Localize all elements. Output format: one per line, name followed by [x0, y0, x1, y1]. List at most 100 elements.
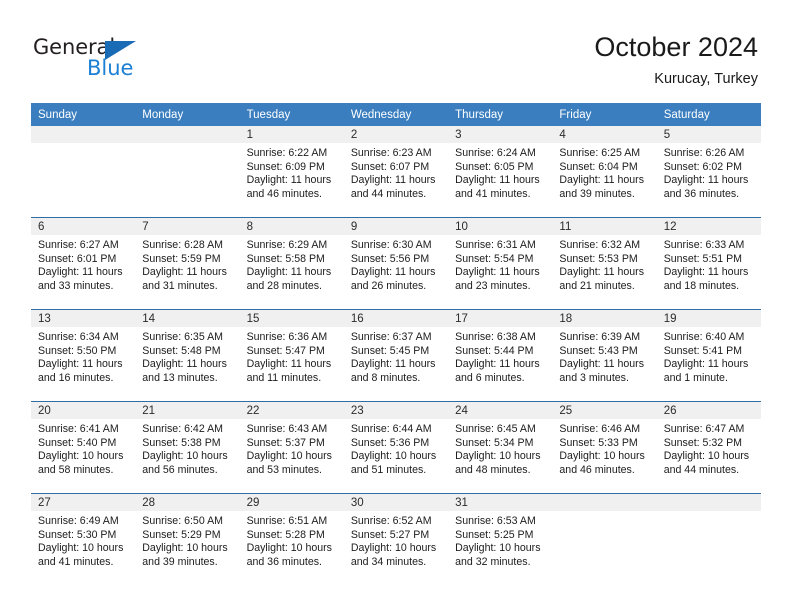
daylight-text-line1: Daylight: 10 hours	[246, 450, 332, 463]
calendar-day-cell[interactable]: 22 Sunrise: 6:43 AM Sunset: 5:37 PM Dayligh…	[239, 401, 344, 494]
day-cell-inner: 26 Sunrise: 6:47 AM Sunset: 5:32 PM Dayligh…	[656, 402, 761, 493]
day-cell-inner	[656, 494, 761, 585]
sunset-text: Sunset: 5:48 PM	[142, 344, 221, 357]
calendar-day-cell[interactable]: 21 Sunrise: 6:42 AM Sunset: 5:38 PM Dayligh…	[135, 401, 240, 494]
page-header: General Blue October 2024 Kurucay, Turke…	[0, 0, 792, 100]
daylight-text-line1: Daylight: 11 hours	[559, 266, 645, 279]
sunset-text: Sunset: 6:04 PM	[559, 160, 638, 173]
page-subtitle: Kurucay, Turkey	[654, 71, 758, 87]
calendar-day-cell[interactable]: 15 Sunrise: 6:36 AM Sunset: 5:47 PM Dayligh…	[239, 309, 344, 402]
calendar-day-cell[interactable]: 14 Sunrise: 6:35 AM Sunset: 5:48 PM Dayligh…	[135, 309, 240, 402]
day-cell-inner: 23 Sunrise: 6:44 AM Sunset: 5:36 PM Dayligh…	[343, 402, 449, 493]
day-number: 20	[31, 402, 136, 419]
day-cell-inner: 27 Sunrise: 6:49 AM Sunset: 5:30 PM Dayligh…	[31, 494, 136, 585]
calendar-day-cell[interactable]: 11 Sunrise: 6:32 AM Sunset: 5:53 PM Dayligh…	[552, 217, 657, 310]
day-number: 10	[448, 218, 553, 235]
daylight-text-line1: Daylight: 10 hours	[350, 542, 437, 555]
daylight-text-line1: Daylight: 10 hours	[455, 542, 541, 555]
daylight-text-line2: and 31 minutes.	[142, 280, 218, 293]
daylight-text-line2: and 41 minutes.	[455, 188, 531, 201]
daylight-text-line2: and 6 minutes.	[455, 372, 525, 385]
sunset-text: Sunset: 5:47 PM	[246, 344, 325, 357]
day-details: Sunrise: 6:39 AM Sunset: 5:43 PM Daylight:…	[552, 327, 656, 386]
day-number: 9	[343, 218, 449, 235]
calendar-day-cell[interactable]: 18 Sunrise: 6:39 AM Sunset: 5:43 PM Dayligh…	[552, 309, 657, 402]
calendar-day-cell[interactable]: 26 Sunrise: 6:47 AM Sunset: 5:32 PM Dayligh…	[656, 401, 761, 494]
brand-logo[interactable]: General Blue	[33, 36, 203, 84]
calendar-day-cell[interactable]: 24 Sunrise: 6:45 AM Sunset: 5:34 PM Dayligh…	[448, 401, 553, 494]
calendar-day-cell[interactable]: 5 Sunrise: 6:26 AM Sunset: 6:02 PM Daylight…	[656, 126, 761, 218]
calendar-day-cell[interactable]: 3 Sunrise: 6:24 AM Sunset: 6:05 PM Daylight…	[448, 126, 553, 218]
day-details: Sunrise: 6:45 AM Sunset: 5:34 PM Daylight:…	[448, 419, 552, 478]
daylight-text-line1: Daylight: 11 hours	[455, 174, 540, 187]
calendar-day-cell	[656, 493, 761, 585]
calendar-table: Sunday Monday Tuesday Wednesday Thursday…	[31, 103, 761, 585]
daylight-text-line1: Daylight: 11 hours	[663, 358, 749, 371]
day-cell-inner: 29 Sunrise: 6:51 AM Sunset: 5:28 PM Dayligh…	[239, 494, 344, 585]
sunrise-text: Sunrise: 6:35 AM	[142, 331, 223, 343]
daylight-text-line2: and 32 minutes.	[455, 556, 531, 569]
calendar-day-cell[interactable]: 12 Sunrise: 6:33 AM Sunset: 5:51 PM Dayligh…	[656, 217, 761, 310]
calendar-day-cell[interactable]: 13 Sunrise: 6:34 AM Sunset: 5:50 PM Dayligh…	[31, 309, 136, 402]
day-number: 5	[656, 126, 761, 143]
daylight-text-line1: Daylight: 11 hours	[246, 174, 332, 187]
day-number: 14	[135, 310, 240, 327]
calendar-week-row: 20 Sunrise: 6:41 AM Sunset: 5:40 PM Dayligh…	[31, 401, 761, 494]
page-title: October 2024	[594, 32, 758, 62]
day-cell-inner: 6 Sunrise: 6:27 AM Sunset: 6:01 PM Daylight…	[31, 218, 136, 309]
day-cell-inner: 31 Sunrise: 6:53 AM Sunset: 5:25 PM Dayligh…	[448, 494, 553, 585]
sunrise-text: Sunrise: 6:23 AM	[350, 147, 432, 159]
daylight-text-line1: Daylight: 10 hours	[455, 450, 541, 463]
calendar-day-cell[interactable]: 31 Sunrise: 6:53 AM Sunset: 5:25 PM Dayligh…	[448, 493, 553, 585]
calendar-body: 1 Sunrise: 6:22 AM Sunset: 6:09 PM Daylight…	[31, 126, 761, 585]
day-cell-inner	[552, 494, 657, 585]
daylight-text-line1: Daylight: 11 hours	[246, 266, 332, 279]
calendar-day-cell[interactable]: 23 Sunrise: 6:44 AM Sunset: 5:36 PM Dayligh…	[343, 401, 449, 494]
sunrise-text: Sunrise: 6:43 AM	[246, 423, 328, 435]
sunset-text: Sunset: 5:56 PM	[350, 252, 430, 265]
daylight-text-line2: and 53 minutes.	[246, 464, 322, 477]
calendar-day-cell[interactable]: 28 Sunrise: 6:50 AM Sunset: 5:29 PM Dayligh…	[135, 493, 240, 585]
calendar-day-cell[interactable]: 19 Sunrise: 6:40 AM Sunset: 5:41 PM Dayligh…	[656, 309, 761, 402]
calendar-day-cell[interactable]: 17 Sunrise: 6:38 AM Sunset: 5:44 PM Dayligh…	[448, 309, 553, 402]
daylight-text-line2: and 56 minutes.	[142, 464, 218, 477]
daylight-text-line1: Daylight: 11 hours	[142, 358, 227, 371]
sunset-text: Sunset: 6:07 PM	[350, 160, 430, 173]
calendar-day-cell[interactable]: 6 Sunrise: 6:27 AM Sunset: 6:01 PM Daylight…	[31, 217, 136, 310]
calendar-day-cell[interactable]: 4 Sunrise: 6:25 AM Sunset: 6:04 PM Daylight…	[552, 126, 657, 218]
calendar-day-cell[interactable]: 27 Sunrise: 6:49 AM Sunset: 5:30 PM Dayligh…	[31, 493, 136, 585]
calendar-day-cell[interactable]: 7 Sunrise: 6:28 AM Sunset: 5:59 PM Daylight…	[135, 217, 240, 310]
day-cell-inner: 19 Sunrise: 6:40 AM Sunset: 5:41 PM Dayligh…	[656, 310, 761, 401]
sunset-text: Sunset: 5:34 PM	[455, 436, 534, 449]
day-details: Sunrise: 6:27 AM Sunset: 6:01 PM Daylight:…	[31, 235, 135, 294]
calendar-day-cell[interactable]: 25 Sunrise: 6:46 AM Sunset: 5:33 PM Dayligh…	[552, 401, 657, 494]
calendar-day-cell	[552, 493, 657, 585]
calendar-day-cell[interactable]: 29 Sunrise: 6:51 AM Sunset: 5:28 PM Dayligh…	[239, 493, 344, 585]
weekday-header-thursday: Thursday	[448, 103, 553, 126]
calendar-day-cell[interactable]: 9 Sunrise: 6:30 AM Sunset: 5:56 PM Daylight…	[343, 217, 449, 310]
daylight-text-line1: Daylight: 10 hours	[38, 542, 124, 555]
calendar-day-cell[interactable]: 10 Sunrise: 6:31 AM Sunset: 5:54 PM Dayligh…	[448, 217, 553, 310]
daylight-text-line2: and 34 minutes.	[350, 556, 427, 569]
calendar-week-row: 1 Sunrise: 6:22 AM Sunset: 6:09 PM Daylight…	[31, 126, 761, 218]
sunset-text: Sunset: 5:53 PM	[559, 252, 638, 265]
day-cell-inner: 14 Sunrise: 6:35 AM Sunset: 5:48 PM Dayligh…	[135, 310, 240, 401]
calendar-day-cell[interactable]: 20 Sunrise: 6:41 AM Sunset: 5:40 PM Dayligh…	[31, 401, 136, 494]
calendar-day-cell[interactable]: 16 Sunrise: 6:37 AM Sunset: 5:45 PM Dayligh…	[343, 309, 449, 402]
sunrise-text: Sunrise: 6:29 AM	[246, 239, 328, 251]
sunrise-text: Sunrise: 6:50 AM	[142, 515, 223, 527]
day-number: 8	[239, 218, 344, 235]
daylight-text-line1: Daylight: 11 hours	[663, 174, 749, 187]
calendar-day-cell[interactable]: 30 Sunrise: 6:52 AM Sunset: 5:27 PM Dayligh…	[343, 493, 449, 585]
calendar-day-cell[interactable]: 8 Sunrise: 6:29 AM Sunset: 5:58 PM Daylight…	[239, 217, 344, 310]
day-cell-inner: 5 Sunrise: 6:26 AM Sunset: 6:02 PM Daylight…	[656, 126, 761, 217]
weekday-header-saturday: Saturday	[656, 103, 761, 126]
daylight-text-line2: and 11 minutes.	[246, 372, 322, 385]
calendar-day-cell[interactable]: 2 Sunrise: 6:23 AM Sunset: 6:07 PM Daylight…	[343, 126, 449, 218]
day-details: Sunrise: 6:42 AM Sunset: 5:38 PM Daylight:…	[135, 419, 239, 478]
daylight-text-line1: Daylight: 11 hours	[38, 266, 123, 279]
day-number: 6	[31, 218, 136, 235]
calendar-day-cell[interactable]: 1 Sunrise: 6:22 AM Sunset: 6:09 PM Daylight…	[239, 126, 344, 218]
sunrise-text: Sunrise: 6:41 AM	[38, 423, 119, 435]
day-details: Sunrise: 6:26 AM Sunset: 6:02 PM Daylight:…	[657, 143, 761, 202]
